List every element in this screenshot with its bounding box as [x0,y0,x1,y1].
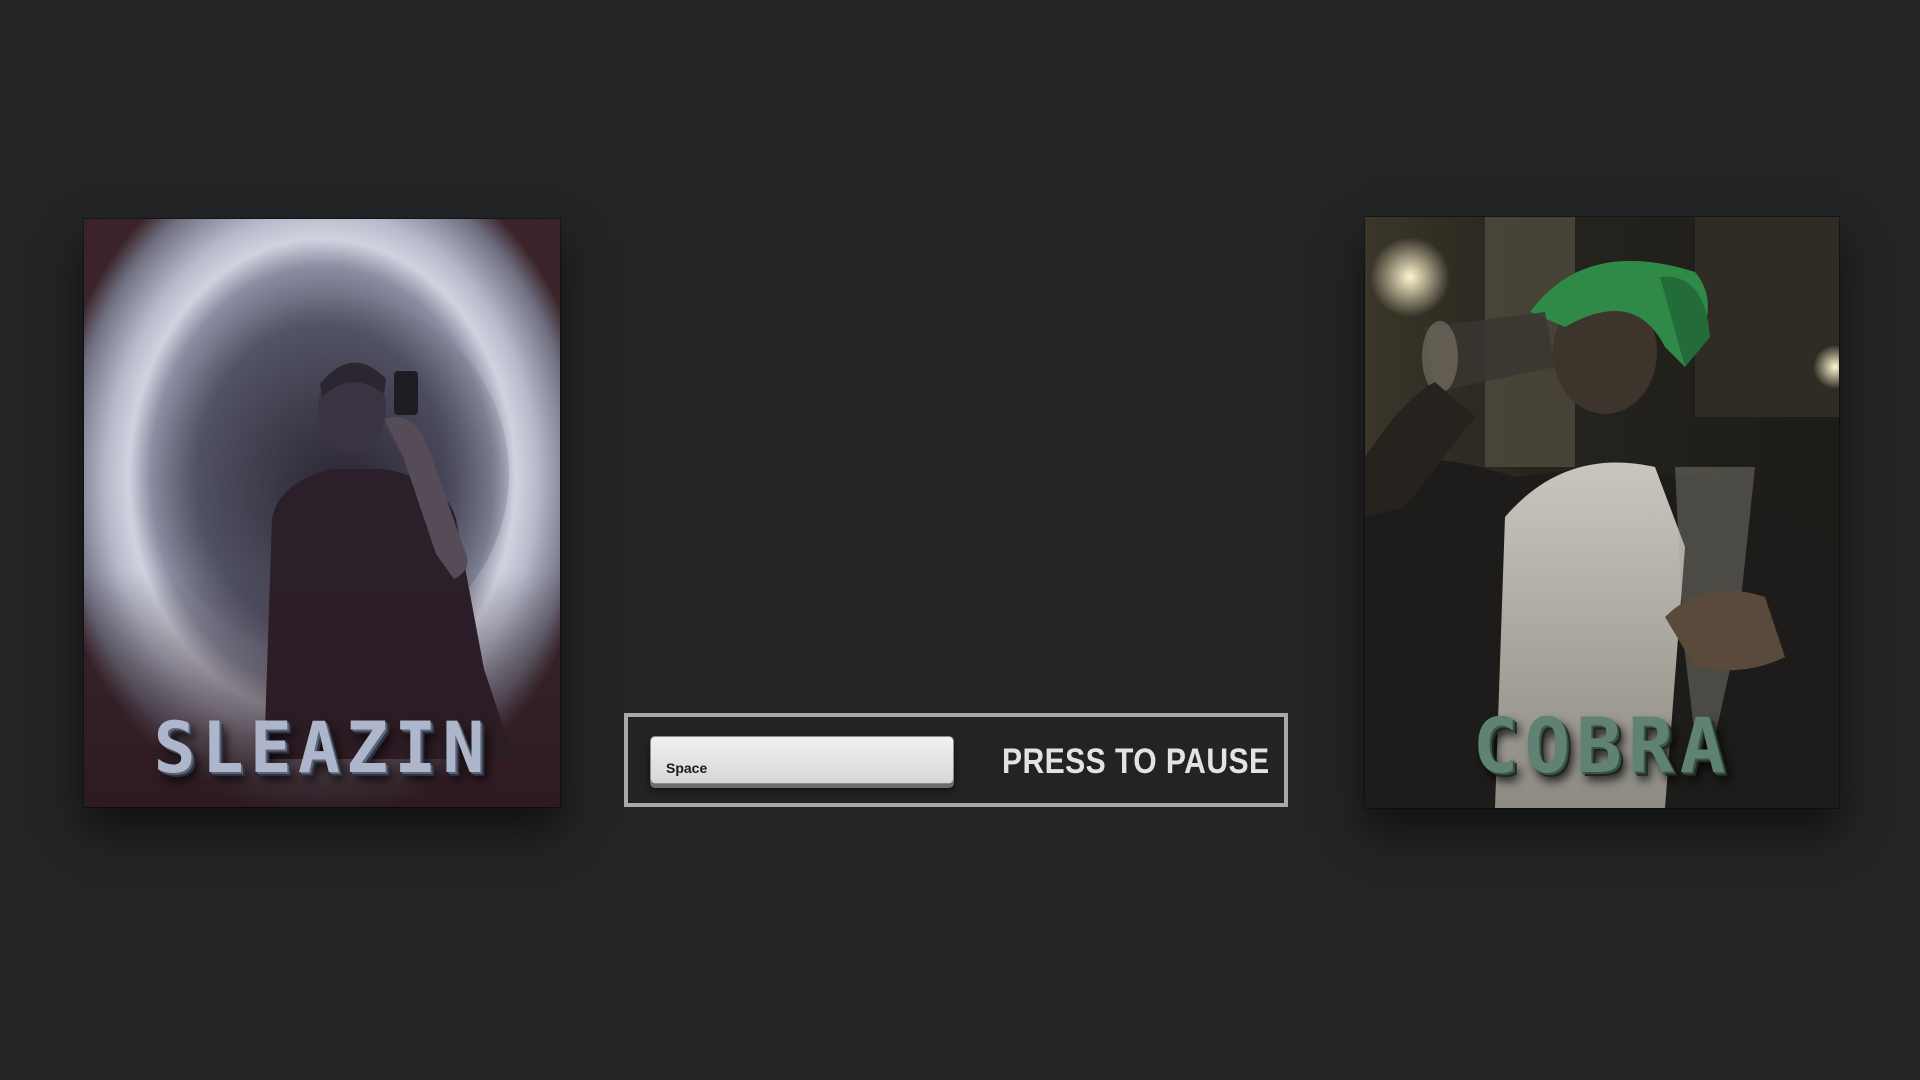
pause-instruction-text: PRESS TO PAUSE [1002,742,1270,781]
game-screen: SLEAZIN Space PRESS TO PAUSE COBRA [0,0,1920,1080]
player-name-right: COBRA [1472,701,1732,790]
space-key-button[interactable]: Space [650,736,954,784]
player-name-left: SLEAZIN [153,707,491,789]
player-card-right: COBRA [1365,217,1839,808]
pause-hint-panel: Space PRESS TO PAUSE [624,713,1288,807]
player-card-left: SLEAZIN [84,219,560,807]
space-key-label: Space [666,760,708,776]
